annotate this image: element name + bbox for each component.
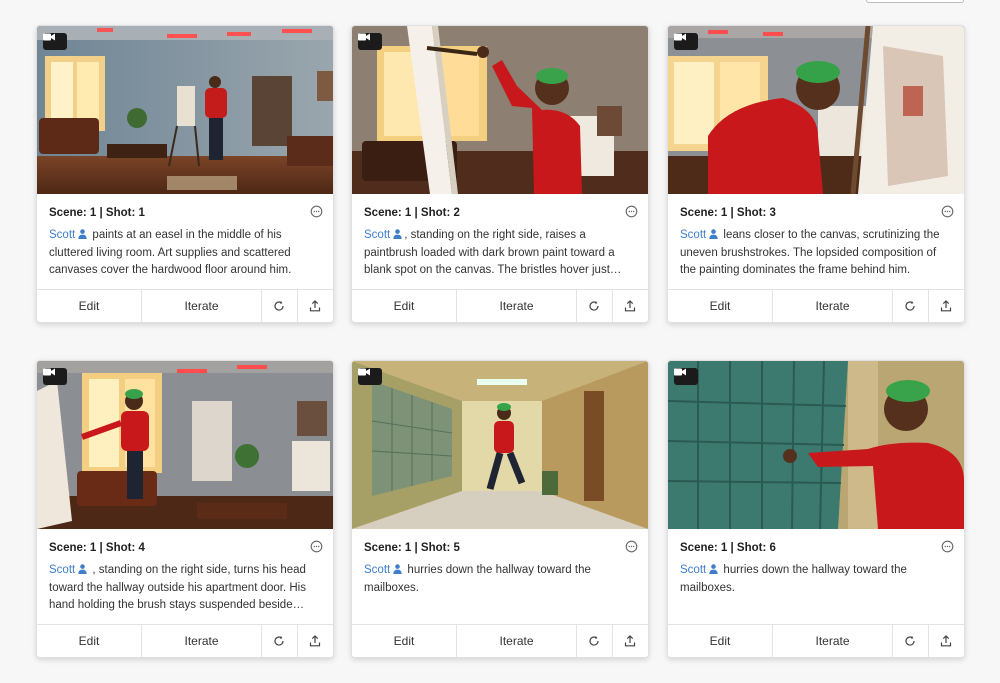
person-icon	[393, 564, 402, 574]
refresh-button[interactable]	[577, 625, 613, 657]
person-icon	[78, 229, 87, 239]
shot-title: Scene: 1 | Shot: 1	[49, 207, 145, 219]
shot-thumbnail[interactable]	[352, 361, 648, 529]
shot-thumbnail[interactable]	[668, 26, 964, 194]
shot-title: Scene: 1 | Shot: 4	[49, 542, 145, 554]
comment-icon[interactable]	[310, 540, 323, 553]
share-button[interactable]	[612, 625, 648, 657]
video-camera-icon	[43, 33, 67, 50]
shot-thumbnail[interactable]	[37, 26, 333, 194]
shot-description: Scott leans closer to the canvas, scruti…	[680, 229, 940, 276]
share-button[interactable]	[297, 290, 333, 322]
shot-description: Scott hurries down the hallway toward th…	[364, 564, 591, 594]
refresh-icon	[589, 301, 599, 311]
refresh-button[interactable]	[893, 625, 929, 657]
comment-icon[interactable]	[941, 205, 954, 218]
edit-button[interactable]: Edit	[37, 290, 142, 322]
video-camera-icon	[43, 368, 67, 385]
refresh-button[interactable]	[893, 290, 929, 322]
character-link[interactable]: Scott	[680, 229, 706, 241]
upload-icon	[310, 635, 321, 647]
video-camera-icon	[358, 368, 382, 385]
iterate-button[interactable]: Iterate	[457, 625, 577, 657]
comment-icon[interactable]	[625, 540, 638, 553]
comment-icon[interactable]	[941, 540, 954, 553]
share-button[interactable]	[297, 625, 333, 657]
shot-title: Scene: 1 | Shot: 5	[364, 542, 460, 554]
shot-card: Scene: 1 | Shot: 6 Scott hurries down th…	[667, 360, 965, 658]
card-actions: Edit Iterate	[352, 624, 648, 657]
shot-title: Scene: 1 | Shot: 2	[364, 207, 460, 219]
card-actions: Edit Iterate	[668, 624, 964, 657]
upload-icon	[310, 300, 321, 312]
person-icon	[709, 564, 718, 574]
refresh-icon	[589, 636, 599, 646]
upload-icon	[941, 300, 952, 312]
upload-icon	[625, 635, 636, 647]
shot-thumbnail[interactable]	[37, 361, 333, 529]
character-link[interactable]: Scott	[680, 564, 706, 576]
video-camera-icon	[674, 368, 698, 385]
shot-thumbnail[interactable]	[352, 26, 648, 194]
refresh-icon	[905, 301, 915, 311]
character-link[interactable]: Scott	[364, 229, 390, 241]
shot-title: Scene: 1 | Shot: 6	[680, 542, 776, 554]
shot-card: Scene: 1 | Shot: 1 Scott paints at an ea…	[36, 25, 334, 323]
comment-icon[interactable]	[625, 205, 638, 218]
refresh-button[interactable]	[262, 290, 298, 322]
person-icon	[78, 564, 87, 574]
card-actions: Edit Iterate	[352, 289, 648, 322]
refresh-icon	[905, 636, 915, 646]
iterate-button[interactable]: Iterate	[773, 290, 893, 322]
person-icon	[709, 229, 718, 239]
iterate-button[interactable]: Iterate	[457, 290, 577, 322]
iterate-button[interactable]: Iterate	[142, 290, 262, 322]
refresh-icon	[274, 301, 284, 311]
shot-card: Scene: 1 | Shot: 3 Scott leans closer to…	[667, 25, 965, 323]
partial-top-button[interactable]	[866, 0, 964, 3]
edit-button[interactable]: Edit	[668, 290, 773, 322]
character-link[interactable]: Scott	[49, 229, 75, 241]
shot-description: Scott hurries down the hallway toward th…	[680, 564, 907, 594]
comment-icon[interactable]	[310, 205, 323, 218]
video-camera-icon	[358, 33, 382, 50]
video-camera-icon	[674, 33, 698, 50]
refresh-icon	[274, 636, 284, 646]
share-button[interactable]	[928, 625, 964, 657]
shot-description: Scott , standing on the right side, turn…	[49, 564, 306, 611]
edit-button[interactable]: Edit	[352, 290, 457, 322]
shot-description: Scott, standing on the right side, raise…	[364, 229, 622, 276]
refresh-button[interactable]	[577, 290, 613, 322]
shot-card: Scene: 1 | Shot: 5 Scott hurries down th…	[351, 360, 649, 658]
card-actions: Edit Iterate	[37, 624, 333, 657]
share-button[interactable]	[612, 290, 648, 322]
card-actions: Edit Iterate	[668, 289, 964, 322]
character-link[interactable]: Scott	[364, 564, 390, 576]
card-actions: Edit Iterate	[37, 289, 333, 322]
shot-description: Scott paints at an easel in the middle o…	[49, 229, 292, 276]
edit-button[interactable]: Edit	[352, 625, 457, 657]
upload-icon	[941, 635, 952, 647]
person-icon	[393, 229, 402, 239]
refresh-button[interactable]	[262, 625, 298, 657]
iterate-button[interactable]: Iterate	[773, 625, 893, 657]
edit-button[interactable]: Edit	[37, 625, 142, 657]
character-link[interactable]: Scott	[49, 564, 75, 576]
upload-icon	[625, 300, 636, 312]
share-button[interactable]	[928, 290, 964, 322]
iterate-button[interactable]: Iterate	[142, 625, 262, 657]
shot-card: Scene: 1 | Shot: 2 Scott, standing on th…	[351, 25, 649, 323]
shot-thumbnail[interactable]	[668, 361, 964, 529]
edit-button[interactable]: Edit	[668, 625, 773, 657]
shot-card: Scene: 1 | Shot: 4 Scott , standing on t…	[36, 360, 334, 658]
shot-title: Scene: 1 | Shot: 3	[680, 207, 776, 219]
